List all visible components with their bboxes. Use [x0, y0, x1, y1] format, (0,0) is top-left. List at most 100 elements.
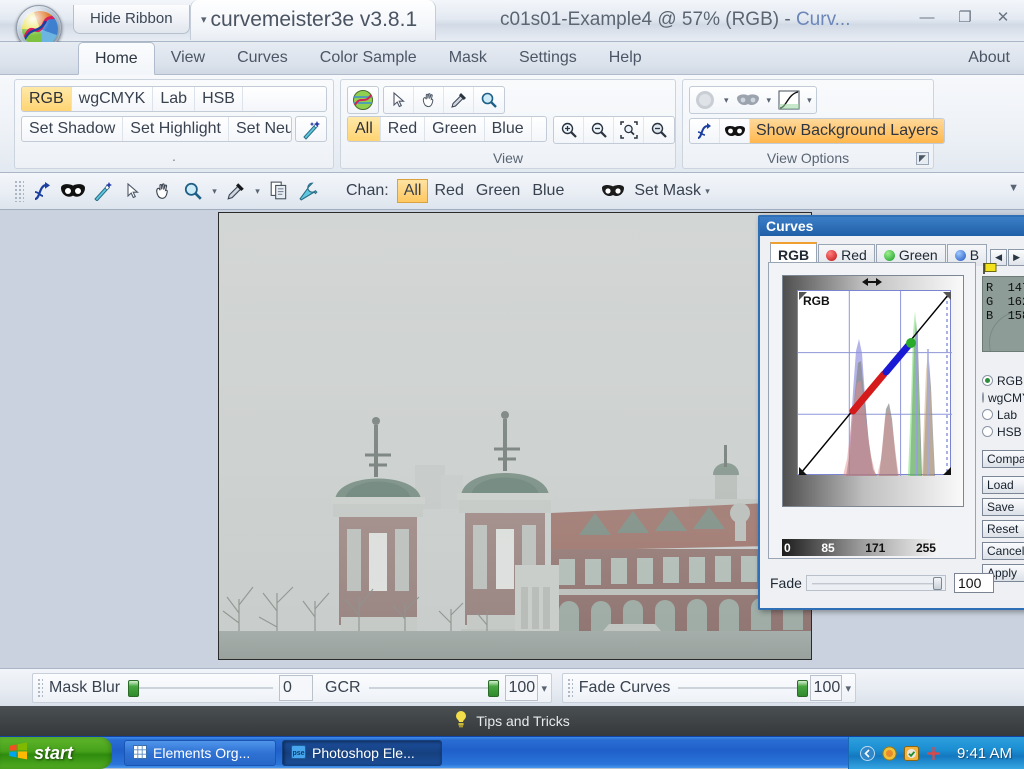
globe-icon[interactable] — [348, 87, 378, 113]
view-channel-all[interactable]: All — [348, 117, 381, 141]
zoom-out-icon[interactable] — [584, 117, 614, 143]
show-hidden-icon[interactable] — [859, 745, 875, 761]
group-grip[interactable] — [37, 678, 43, 698]
flag-icon[interactable] — [982, 262, 1024, 276]
zoom-actual-icon[interactable] — [644, 117, 674, 143]
hand-icon[interactable] — [414, 87, 444, 113]
fade-curves-overflow-icon[interactable]: ▾ — [845, 682, 851, 695]
curve-top-marker-icon[interactable] — [861, 275, 883, 287]
fade-value-input[interactable]: 100 — [954, 573, 994, 593]
curve-plot[interactable]: RGB — [797, 290, 951, 475]
colorspace-rgb[interactable]: RGB — [22, 87, 72, 111]
curves-palette[interactable]: Curves RGB Red Green B ◀ ▶ — [758, 215, 1024, 610]
taskbar-item-elements-organizer[interactable]: Elements Org... — [124, 740, 276, 766]
magnifier-icon[interactable] — [178, 177, 208, 205]
mask-blur-value[interactable]: 0 — [279, 675, 313, 701]
fade-curves-value[interactable]: 100 — [810, 675, 843, 701]
zoom-in-icon[interactable] — [554, 117, 584, 143]
toolbar-grip[interactable] — [14, 180, 24, 202]
hand-icon[interactable] — [148, 177, 178, 205]
set-highlight-button[interactable]: Set Highlight — [123, 117, 229, 141]
curve-icon[interactable] — [775, 87, 803, 113]
mask-icon[interactable] — [720, 119, 750, 143]
antivirus-icon[interactable] — [903, 745, 919, 761]
compare-button[interactable]: Compare — [982, 450, 1024, 468]
network-icon[interactable] — [925, 745, 941, 761]
reset-button[interactable]: Reset — [982, 520, 1024, 538]
curve-graph-frame[interactable]: RGB — [782, 275, 964, 507]
arrow-select-icon[interactable] — [118, 177, 148, 205]
arrow-select-icon[interactable] — [384, 87, 414, 113]
eyedropper-icon[interactable] — [444, 87, 474, 113]
group-grip[interactable] — [567, 678, 573, 698]
colorspace-hsb[interactable]: HSB — [195, 87, 243, 111]
close-button[interactable]: ✕ — [990, 6, 1016, 28]
mask-icon[interactable] — [733, 87, 763, 113]
set-mask-caret-icon[interactable]: ▾ — [701, 186, 714, 197]
eyedropper-icon[interactable] — [221, 177, 251, 205]
fade-curves-knob[interactable] — [797, 680, 808, 697]
tab-settings[interactable]: Settings — [503, 42, 593, 75]
toolbar-channel-red[interactable]: Red — [428, 179, 469, 203]
toolbar-channel-blue[interactable]: Blue — [526, 179, 570, 203]
magic-wand-icon[interactable] — [296, 117, 326, 142]
fade-curves-slider[interactable] — [678, 677, 803, 699]
blur-swatch-icon[interactable] — [690, 87, 720, 113]
save-button[interactable]: Save — [982, 498, 1024, 516]
mask-blur-slider[interactable] — [128, 677, 273, 699]
chevron-down-icon[interactable]: ▾ — [720, 95, 733, 106]
maximize-button[interactable]: ❐ — [952, 6, 978, 28]
set-mask-icon[interactable] — [598, 177, 628, 205]
gcr-knob[interactable] — [488, 680, 499, 697]
shield-icon[interactable] — [881, 745, 897, 761]
wrench-icon[interactable] — [294, 177, 324, 205]
tab-mask[interactable]: Mask — [433, 42, 503, 75]
about-link[interactable]: About — [968, 42, 1010, 75]
colorspace-lab[interactable]: Lab — [153, 87, 195, 111]
copy-icon[interactable] — [264, 177, 294, 205]
radio-hsb[interactable]: HSB — [982, 423, 1024, 440]
hide-ribbon-button[interactable]: Hide Ribbon — [73, 5, 190, 34]
mask-icon[interactable] — [58, 177, 88, 205]
dialog-launcher-icon[interactable]: ◤ — [916, 152, 929, 165]
minimize-button[interactable]: — — [914, 6, 940, 28]
tab-curves[interactable]: Curves — [221, 42, 304, 75]
magnifier-icon[interactable] — [474, 87, 504, 113]
curve-node-icon[interactable] — [690, 119, 720, 143]
radio-rgb[interactable]: RGB — [982, 372, 1024, 389]
chevron-down-icon[interactable]: ▾ — [251, 186, 264, 197]
radio-wgcmyk[interactable]: wgCMYK — [982, 389, 1024, 406]
cancel-button[interactable]: Cancel — [982, 542, 1024, 560]
tab-color-sample[interactable]: Color Sample — [304, 42, 433, 75]
fade-slider-knob[interactable] — [933, 577, 942, 590]
view-channel-green[interactable]: Green — [425, 117, 484, 141]
zoom-fit-icon[interactable] — [614, 117, 644, 143]
document-tab[interactable]: ▾curvemeister3e v3.8.1 — [190, 0, 436, 40]
taskbar-item-photoshop-elements[interactable]: pse Photoshop Ele... — [282, 740, 442, 766]
curve-node-icon[interactable] — [28, 177, 58, 205]
tips-bar[interactable]: Tips and Tricks — [0, 706, 1024, 736]
tab-view[interactable]: View — [155, 42, 221, 75]
taskbar-clock[interactable]: 9:41 AM — [957, 745, 1012, 762]
show-background-layers-toggle[interactable]: Show Background Layers — [689, 118, 945, 144]
set-shadow-button[interactable]: Set Shadow — [22, 117, 123, 141]
view-channel-red[interactable]: Red — [381, 117, 425, 141]
colorspace-wgcmyk[interactable]: wgCMYK — [72, 87, 154, 111]
toolbar-overflow-button[interactable]: ▼ — [1008, 182, 1019, 194]
mask-gcr-overflow-icon[interactable]: ▾ — [541, 682, 547, 695]
set-mask-button[interactable]: Set Mask — [634, 182, 701, 200]
load-button[interactable]: Load — [982, 476, 1024, 494]
toolbar-channel-green[interactable]: Green — [470, 179, 526, 203]
gcr-slider[interactable] — [369, 677, 499, 699]
chevron-down-icon[interactable]: ▾ — [803, 95, 816, 106]
toolbar-channel-all[interactable]: All — [397, 179, 429, 203]
set-neutral-button[interactable]: Set Neutral — [229, 117, 292, 141]
radio-lab[interactable]: Lab — [982, 406, 1024, 423]
image-canvas[interactable] — [218, 212, 812, 660]
mask-blur-knob[interactable] — [128, 680, 139, 697]
chevron-down-icon[interactable]: ▾ — [208, 186, 221, 197]
view-channel-blue[interactable]: Blue — [485, 117, 532, 141]
chevron-down-icon[interactable]: ▾ — [763, 95, 776, 106]
tab-help[interactable]: Help — [593, 42, 658, 75]
start-button[interactable]: start — [0, 737, 112, 769]
